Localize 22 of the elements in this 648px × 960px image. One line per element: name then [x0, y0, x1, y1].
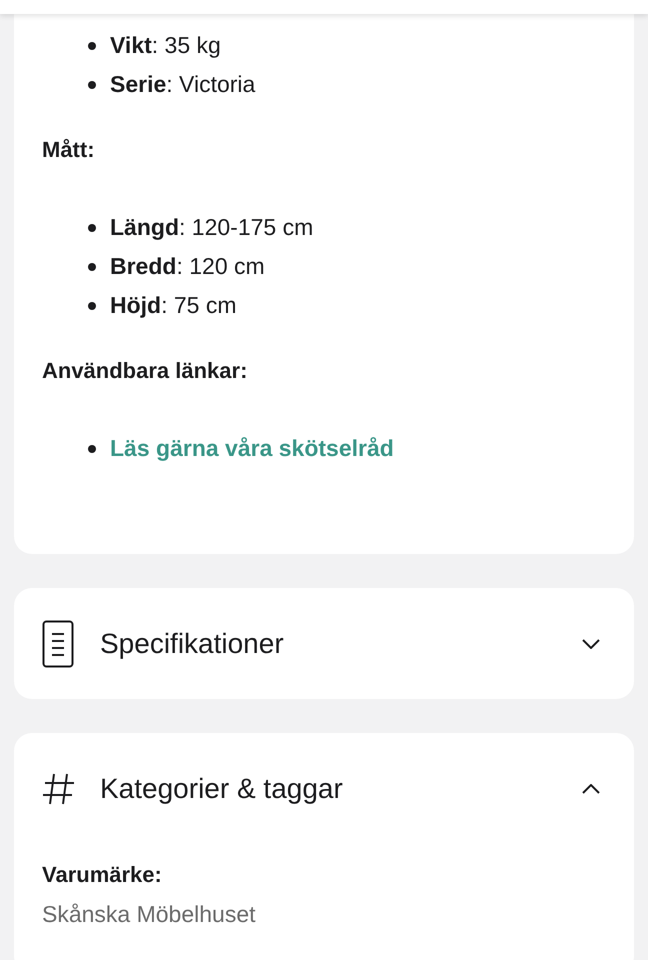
section-heading: Mått: — [42, 136, 96, 164]
spec-text: Vikt: 35 kg — [110, 31, 221, 60]
document-icon — [42, 620, 74, 668]
bullet-icon — [88, 302, 96, 310]
bullet-icon — [88, 262, 96, 270]
chevron-icon[interactable] — [582, 784, 600, 794]
spec-text: Bredd: 120 cm — [110, 252, 265, 281]
chevron-icon[interactable] — [582, 638, 600, 648]
care-link[interactable]: Läs gärna våra skötselråd — [110, 429, 394, 468]
field-label: Varumärke: — [42, 861, 163, 889]
section-heading: Användbara länkar: — [42, 357, 248, 385]
bullet-icon — [88, 444, 96, 452]
hash-icon — [42, 772, 76, 806]
bullet-icon — [88, 224, 96, 232]
field-value: Skånska Möbelhuset — [42, 900, 257, 929]
accordion-title[interactable]: Kategorier & taggar — [100, 772, 582, 804]
spec-text: Längd: 120-175 cm — [110, 213, 314, 242]
bullet-icon — [88, 42, 96, 50]
spec-text: Serie: Victoria — [110, 70, 256, 99]
spec-text: Höjd: 75 cm — [110, 291, 237, 320]
accordion-title[interactable]: Specifikationer — [100, 628, 582, 660]
bullet-icon — [88, 80, 96, 88]
